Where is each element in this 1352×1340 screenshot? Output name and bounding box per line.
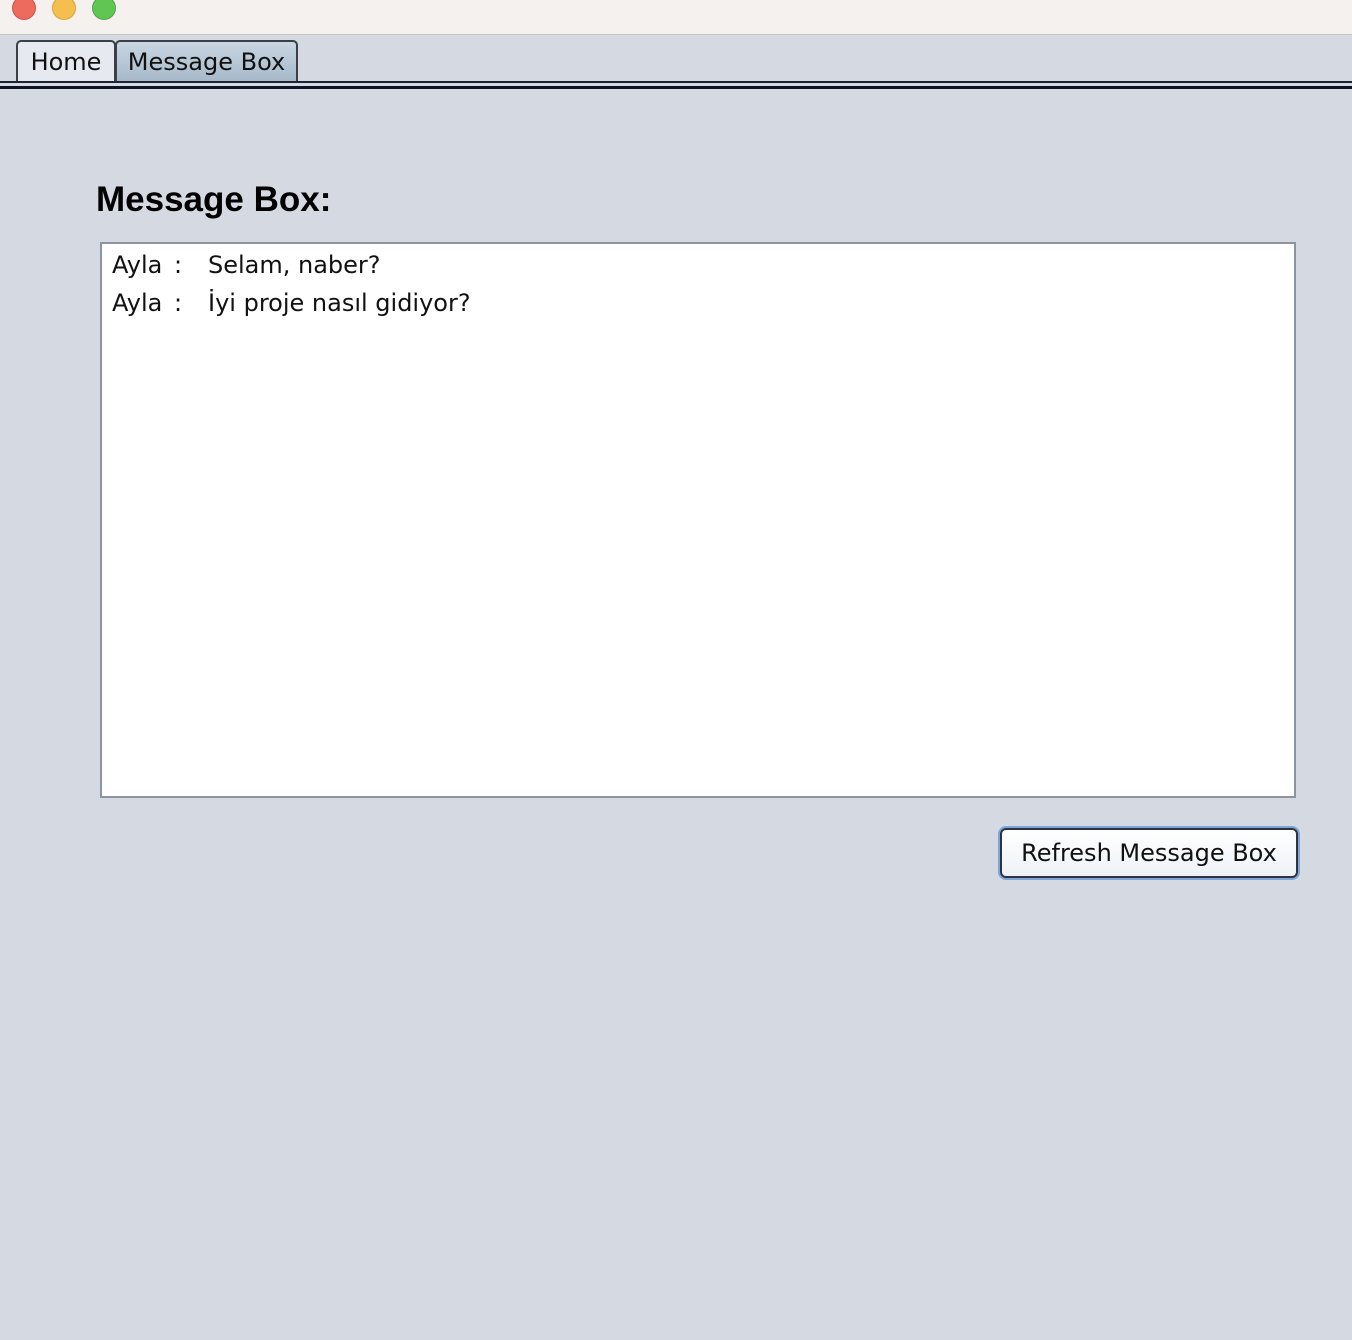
zoom-icon[interactable]	[92, 0, 116, 20]
message-text: Selam, naber?	[208, 251, 381, 279]
close-icon[interactable]	[12, 0, 36, 20]
minimize-icon[interactable]	[52, 0, 76, 20]
page-title: Message Box:	[96, 180, 332, 219]
message-box-area[interactable]: Ayla: Selam, naber? Ayla: İyi proje nasıl …	[100, 242, 1296, 798]
refresh-message-box-button[interactable]: Refresh Message Box	[1000, 828, 1298, 878]
message-sender: Ayla	[112, 251, 163, 279]
tab-divider	[0, 81, 1352, 83]
tab-bar: Home Message Box	[0, 35, 1352, 91]
message-separator: :	[174, 289, 183, 317]
message-row: Ayla: Selam, naber?	[112, 246, 381, 284]
window-titlebar	[0, 0, 1352, 35]
message-row: Ayla: İyi proje nasıl gidiyor?	[112, 284, 471, 322]
tab-message-box[interactable]: Message Box	[115, 40, 298, 82]
message-text: İyi proje nasıl gidiyor?	[208, 289, 471, 317]
tab-home[interactable]: Home	[16, 40, 116, 82]
message-sender: Ayla	[112, 289, 163, 317]
tab-divider-shadow	[0, 86, 1352, 89]
message-separator: :	[174, 251, 183, 279]
